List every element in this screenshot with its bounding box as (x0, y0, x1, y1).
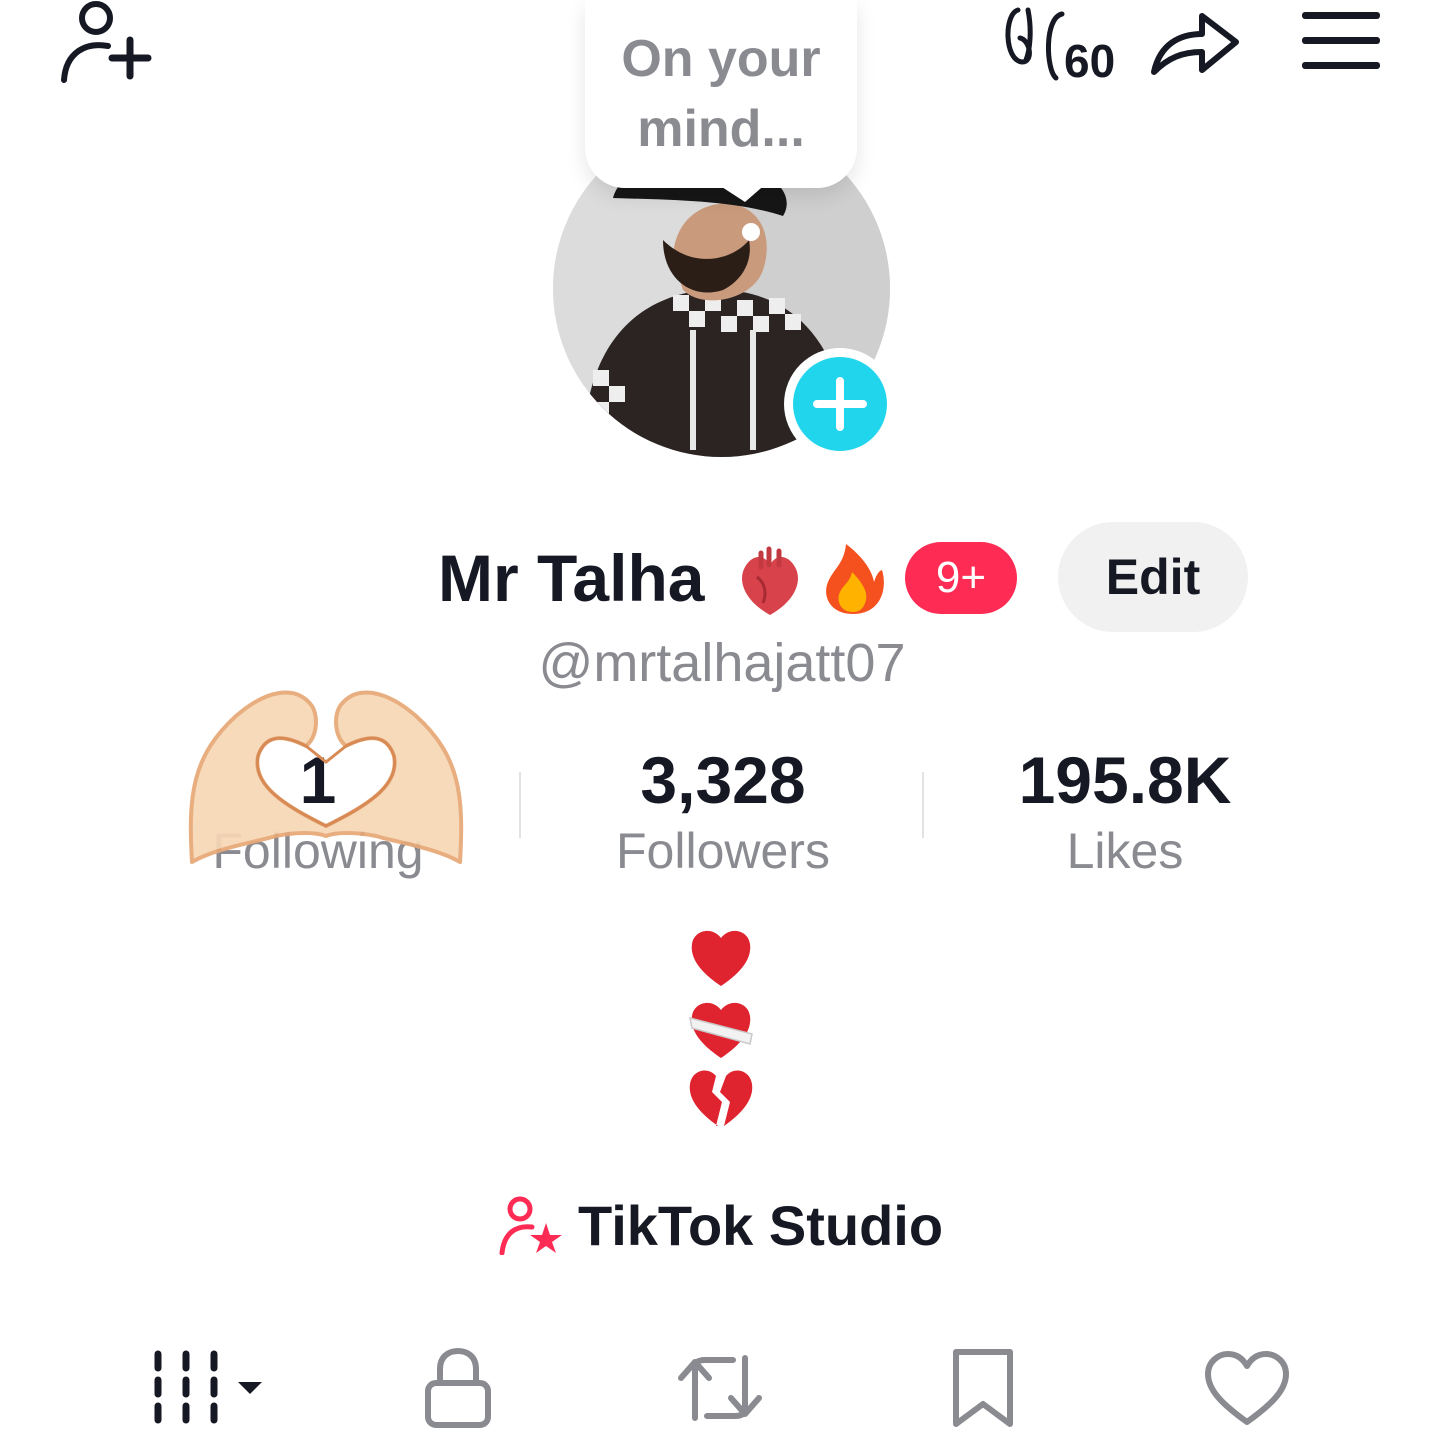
person-star-icon (499, 1196, 562, 1255)
lock-icon (425, 1347, 491, 1428)
edit-profile-button[interactable]: Edit (1058, 522, 1248, 632)
hamburger-menu-icon (1302, 12, 1380, 69)
add-friend-button[interactable] (56, 0, 156, 90)
likes-count: 195.8K (1018, 743, 1232, 817)
heart-outline-icon (1205, 1351, 1289, 1425)
stat-divider (922, 772, 924, 838)
tab-videos[interactable] (150, 1346, 270, 1430)
stat-likes[interactable]: 195.8K Likes (975, 740, 1275, 882)
tiktok-studio-link[interactable]: TikTok Studio (498, 1190, 943, 1260)
note-text: On your mind... (621, 30, 821, 158)
stat-divider (519, 772, 521, 838)
mending-heart-emoji (689, 1002, 753, 1058)
likes-label: Likes (1066, 823, 1184, 879)
tab-reposts[interactable] (675, 1346, 765, 1430)
stat-followers[interactable]: 3,328 Followers (573, 740, 873, 882)
studio-label: TikTok Studio (578, 1193, 944, 1257)
broken-heart-emoji (689, 1070, 753, 1126)
tab-favorites[interactable] (948, 1346, 1018, 1430)
grid-dropdown-icon (154, 1350, 262, 1424)
bio-emojis (689, 930, 753, 1126)
add-story-button[interactable] (784, 348, 896, 460)
plus-icon (813, 377, 867, 431)
badge-count: 60 (1064, 35, 1116, 87)
bookmark-icon (953, 1349, 1013, 1427)
tab-private[interactable] (418, 1346, 498, 1430)
tab-liked[interactable] (1202, 1346, 1292, 1430)
note-bubble[interactable]: On your mind... (585, 0, 857, 188)
followers-label: Followers (616, 823, 830, 879)
share-button[interactable] (1146, 0, 1246, 90)
menu-button[interactable] (1296, 8, 1386, 78)
anatomical-heart-emoji (742, 546, 798, 615)
fire-emoji (826, 544, 884, 614)
share-arrow-icon (1151, 13, 1239, 75)
scribble-badge[interactable]: 60 (1000, 0, 1130, 90)
person-plus-icon (61, 1, 152, 83)
note-bubble-tail (705, 176, 775, 202)
notification-badge[interactable]: 9+ (905, 542, 1017, 614)
heart-hands-sticker (188, 690, 464, 864)
followers-count: 3,328 (640, 743, 806, 817)
repost-icon (678, 1355, 762, 1421)
display-name: Mr Talha (438, 541, 705, 615)
red-heart-emoji (691, 930, 751, 986)
